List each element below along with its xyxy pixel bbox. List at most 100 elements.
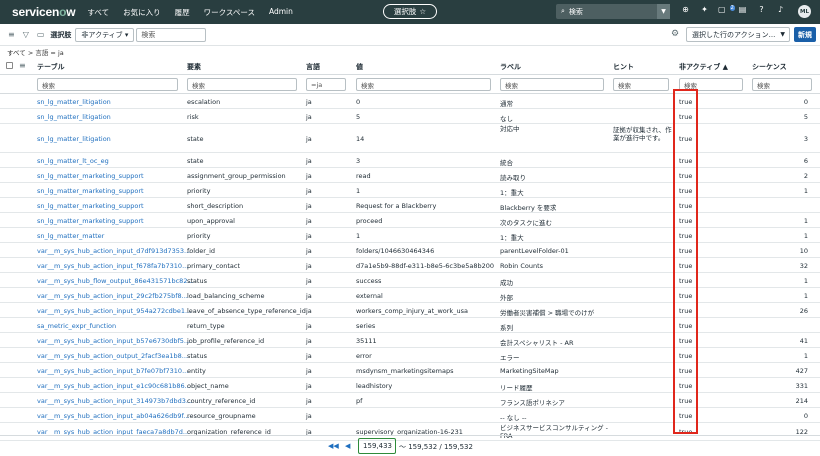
filter-icon[interactable]: ▽ [23,30,29,39]
cell-table[interactable]: sn_lg_matter_marketing_support [37,187,144,195]
cell-table[interactable]: sn_lg_matter_litigation [37,135,111,143]
cell-sequence: 1 [803,277,808,285]
cell-value: 3 [356,157,361,165]
cell-language: ja [306,98,312,106]
nav-history[interactable]: 履歴 [175,7,190,18]
nav-workspace[interactable]: ワークスペース [204,7,255,18]
chat-icon[interactable]: ▢ 2 [718,5,735,14]
chat-bubble-icon[interactable]: ▭ [37,30,45,39]
cell-table[interactable]: var__m_sys_hub_action_input_d7df913d7353… [37,247,190,255]
cell-sequence: 0 [803,412,808,420]
cell-table[interactable]: sn_lg_matter_litigation [37,113,111,121]
row-actions-select[interactable]: 選択した行のアクション... ▼ [686,27,790,42]
star-icon[interactable]: ☆ [419,7,426,16]
globe-icon[interactable]: ⊕ [680,5,691,14]
search-field-select[interactable]: 非アクティブ ▾ [75,27,135,42]
col-header-language[interactable]: 言語 [306,62,320,72]
cell-table[interactable]: var__m_sys_hub_action_input_ab04a626db9f… [37,412,189,420]
select-all-checkbox[interactable] [6,62,13,69]
col-header-element[interactable]: 要素 [187,62,201,72]
cell-value: 1 [356,232,361,240]
cell-label: MarketingSiteMap [500,367,559,375]
col-header-sequence[interactable]: シーケンス [752,62,787,72]
context-pill-label: 選択肢 [393,7,417,16]
nav-admin[interactable]: Admin [269,7,293,18]
chevron-down-icon: ▼ [780,31,785,38]
cell-value: pf [356,397,363,405]
nav-favorites[interactable]: お気に入り [123,7,161,18]
cell-table[interactable]: var__m_sys_hub_action_input_e1c90c681b86… [37,382,191,390]
global-search-input[interactable]: 検索 [569,7,583,17]
cell-table[interactable]: var__m_sys_hub_action_input_b7fe07bf7310… [37,367,188,375]
cell-language: ja [306,187,312,195]
cell-value: error [356,352,372,360]
avatar[interactable]: ML [798,5,811,18]
bell-icon[interactable]: ♪ [775,5,786,14]
sparkle-icon[interactable]: ✦ [699,5,710,14]
column-options-icon[interactable]: ≡ [19,61,26,70]
cell-value: d7a1e5b9-88df-e311-b8e5-6c3be5a8b200 [356,262,495,270]
col-header-label[interactable]: ラベル [500,62,521,72]
cell-element: folder_id [187,247,216,255]
cell-table[interactable]: sn_lg_matter_marketing_support [37,172,144,180]
cell-sequence: 0 [803,98,808,106]
cell-table[interactable]: var__m_sys_hub_action_input_29c2fb275bf8… [37,292,188,300]
cell-table[interactable]: var__m_sys_hub_action_input_954a272cdbe1… [37,307,191,315]
col-header-hint[interactable]: ヒント [613,62,634,72]
inbox-icon[interactable]: ▤ [737,5,748,14]
cell-element: primary_contact [187,262,241,270]
cell-table[interactable]: sn_lg_matter_matter [37,232,104,240]
previous-page-icon[interactable]: ◀ [345,442,350,450]
cell-table[interactable]: var__m_sys_hub_action_output_2facf3ea1b8… [37,352,188,360]
cell-table[interactable]: var__m_sys_hub_action_input_b57e6730dbf5… [37,337,190,345]
cell-label: 成功 [500,279,513,287]
cell-table[interactable]: var__m_sys_hub_action_input_314973b7dbd3… [37,397,192,405]
cell-label: 対応中 [500,125,520,133]
cell-element: priority [187,232,211,240]
cell-table[interactable]: sn_lg_matter_lt_oc_eg [37,157,109,165]
filter-element-input[interactable]: 検索 [187,78,297,91]
cell-table[interactable]: var__m_sys_hub_flow_output_86e431571bc82… [37,277,194,285]
filter-table-input[interactable]: 検索 [37,78,178,91]
cell-table[interactable]: sn_lg_matter_marketing_support [37,217,144,225]
cell-label: リード履歴 [500,384,533,392]
nav-all[interactable]: すべて [87,7,109,18]
col-header-table[interactable]: テーブル [37,62,65,72]
cell-value: success [356,277,382,285]
help-icon[interactable]: ? [756,5,767,14]
hamburger-menu-icon[interactable]: ≡ [8,30,15,39]
filter-language-input[interactable]: =ja [306,78,346,91]
cell-table[interactable]: sa_metric_expr_function [37,322,116,330]
cell-sequence: 10 [799,247,808,255]
cell-language: ja [306,157,312,165]
gear-icon[interactable]: ⚙ [671,29,679,39]
filter-sequence-input[interactable]: 検索 [752,78,812,91]
page-number-input[interactable]: 159,433 [358,438,396,454]
cell-sequence: 1 [803,232,808,240]
list-search-input[interactable]: 検索 [136,27,207,42]
servicenow-logo[interactable]: servicenow [12,5,76,19]
cell-element: job_profile_reference_id [187,337,265,345]
cell-table[interactable]: sn_lg_matter_litigation [37,98,111,106]
cell-table[interactable]: sn_lg_matter_marketing_support [37,202,144,210]
chevron-down-icon[interactable]: ▼ [657,4,670,19]
filter-value-input[interactable]: 検索 [356,78,491,91]
list-title: 選択肢 [50,30,72,39]
context-pill[interactable]: 選択肢 ☆ [383,4,437,19]
cell-value: read [356,172,371,180]
cell-sequence: 1 [803,292,808,300]
cell-table[interactable]: var__m_sys_hub_action_input_f678fa7b7310… [37,262,188,270]
cell-language: ja [306,412,312,420]
cell-language: ja [306,382,312,390]
new-button[interactable]: 新規 [794,27,816,42]
filter-label-input[interactable]: 検索 [500,78,604,91]
list-toolbar: ≡ ▽ ▭ 選択肢 非アクティブ ▾ 検索 ⚙ 選択した行のアクション... ▼ … [0,24,820,46]
cell-element: short_description [187,202,244,210]
filter-hint-input[interactable]: 検索 [613,78,669,91]
breadcrumb[interactable]: すべて > 言語 = ja [7,47,64,57]
col-header-value[interactable]: 値 [356,62,363,72]
first-page-icon[interactable]: ◀◀ [328,442,339,450]
global-search[interactable]: ⌕ 検索 ▼ [556,4,670,19]
highlight-box [673,89,698,434]
col-header-inactive[interactable]: 非アクティブ ▲ [679,62,728,72]
